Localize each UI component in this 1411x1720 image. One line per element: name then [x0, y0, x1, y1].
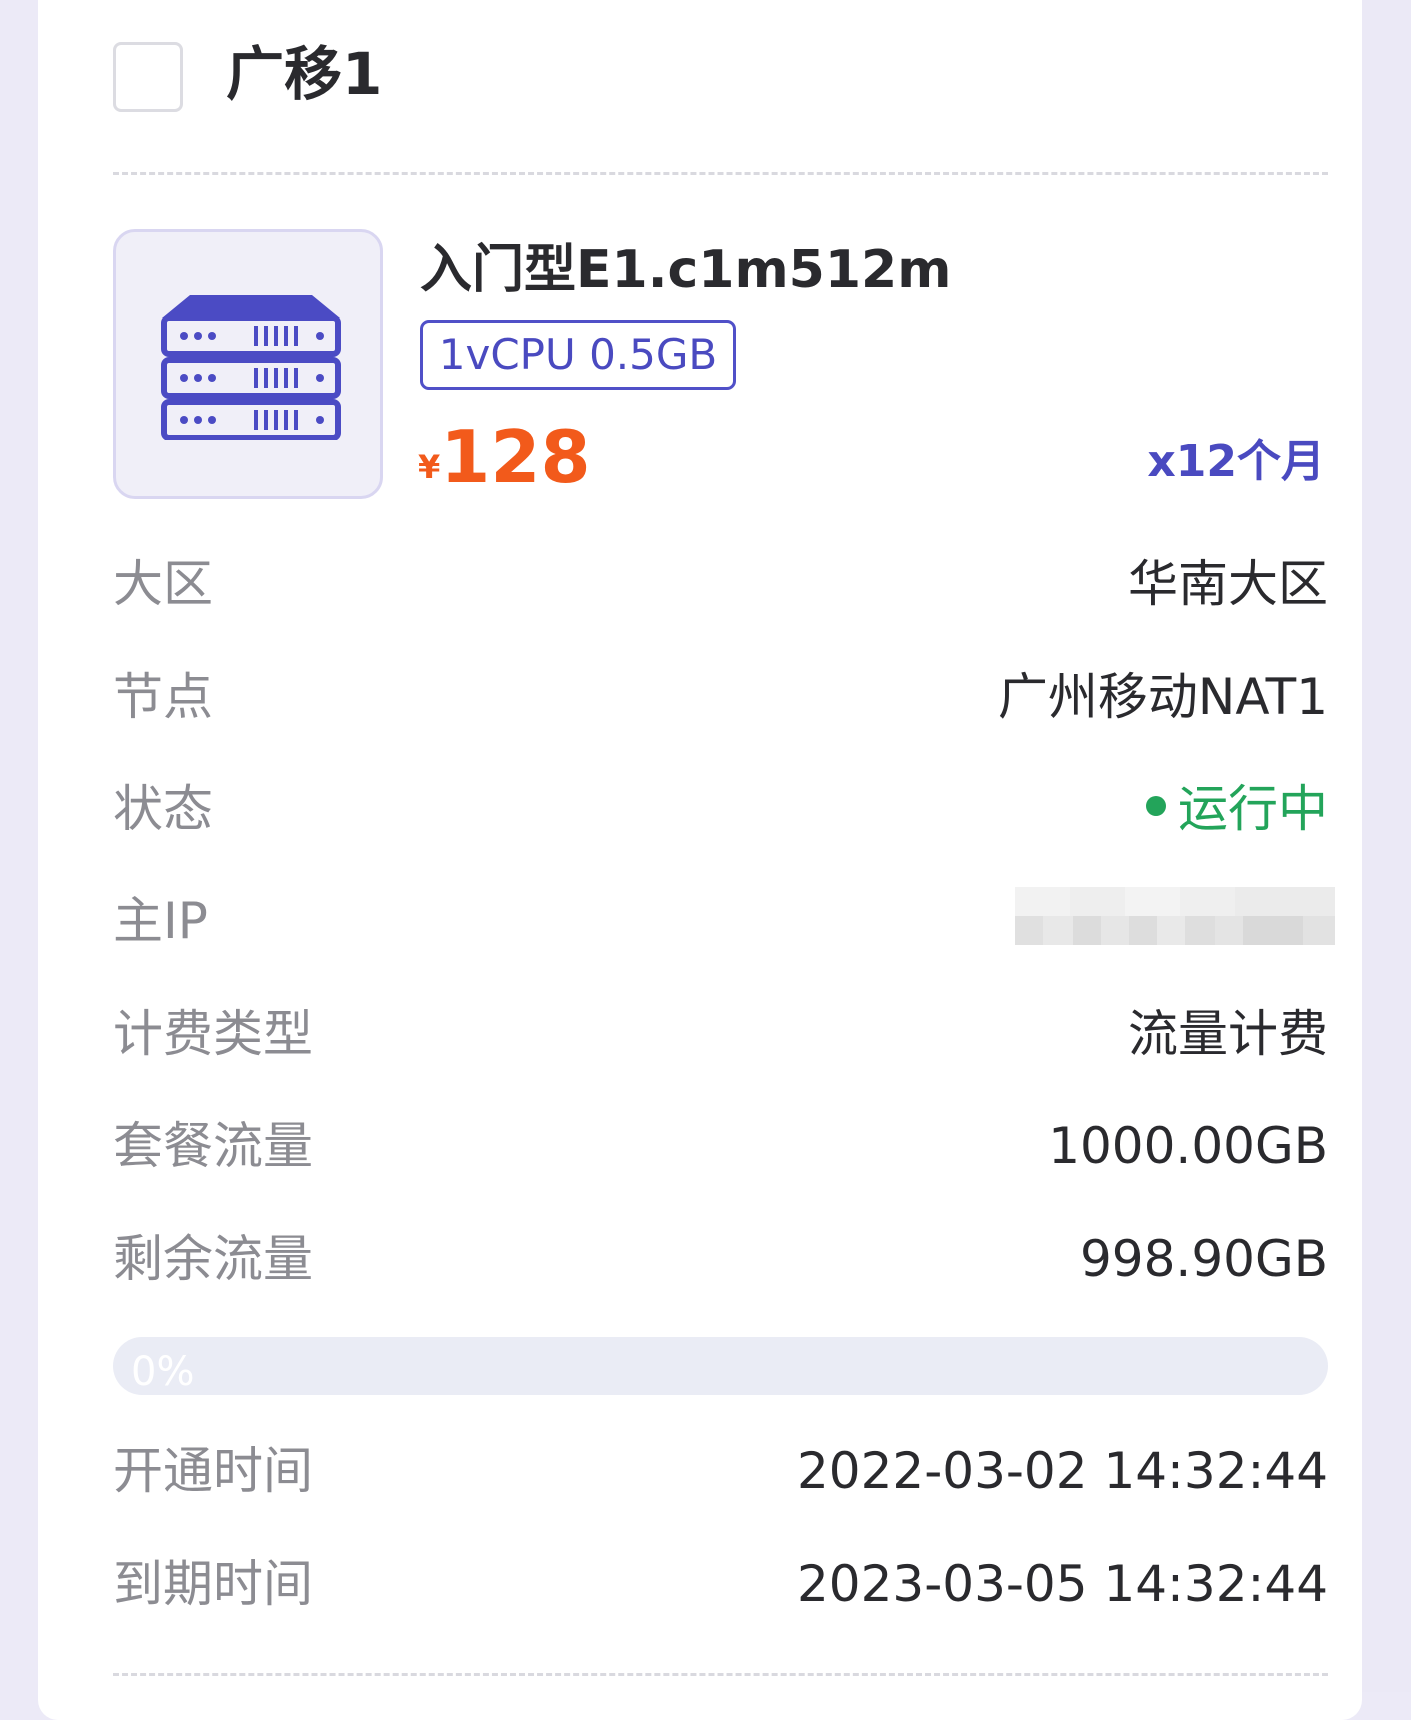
status-label: 状态 — [113, 780, 213, 838]
status-value: 运行中 — [1146, 774, 1328, 844]
status-text: 运行中 — [1178, 780, 1328, 838]
billing-label: 计费类型 — [113, 1005, 313, 1063]
price-amount: 128 — [440, 415, 591, 499]
detail-row-opened: 开通时间 2022-03-02 14:32:44 — [113, 1436, 1328, 1506]
traffic-value: 1000.00GB — [1048, 1117, 1328, 1175]
price-currency: ¥ — [418, 448, 441, 486]
node-value: 广州移动NAT1 — [997, 668, 1328, 726]
detail-row-remaining: 剩余流量 998.90GB — [113, 1224, 1328, 1294]
price: ¥128 — [418, 412, 591, 502]
select-server-checkbox[interactable] — [113, 42, 183, 112]
detail-row-region: 大区 华南大区 — [113, 549, 1328, 619]
region-value: 华南大区 — [1128, 555, 1328, 613]
detail-row-status: 状态 运行中 — [113, 774, 1328, 844]
billing-period: x12个月 — [1147, 436, 1325, 487]
plan-name: 入门型E1.c1m512m — [420, 240, 952, 300]
billing-value: 流量计费 — [1128, 1005, 1328, 1063]
traffic-usage-percent: 0% — [131, 1349, 195, 1395]
server-rack-icon — [161, 295, 341, 440]
spec-badge: 1vCPU 0.5GB — [420, 320, 736, 390]
node-label: 节点 — [113, 668, 213, 726]
detail-row-node: 节点 广州移动NAT1 — [113, 662, 1328, 732]
detail-row-billing: 计费类型 流量计费 — [113, 999, 1328, 1069]
opened-label: 开通时间 — [113, 1442, 313, 1500]
page-background-strip — [1362, 0, 1411, 1692]
expire-value: 2023-03-05 14:32:44 — [796, 1555, 1328, 1613]
traffic-usage-bar: 0% — [113, 1337, 1328, 1395]
ip-label: 主IP — [113, 892, 208, 950]
divider-top — [113, 172, 1328, 175]
detail-row-expire: 到期时间 2023-03-05 14:32:44 — [113, 1549, 1328, 1619]
server-name: 广移1 — [226, 40, 383, 108]
detail-row-traffic: 套餐流量 1000.00GB — [113, 1111, 1328, 1181]
ip-value-redacted — [1015, 887, 1335, 945]
expire-label: 到期时间 — [113, 1555, 313, 1613]
traffic-label: 套餐流量 — [113, 1117, 313, 1175]
remaining-label: 剩余流量 — [113, 1230, 313, 1288]
opened-value: 2022-03-02 14:32:44 — [796, 1442, 1328, 1500]
remaining-value: 998.90GB — [1080, 1230, 1328, 1288]
divider-bottom — [113, 1673, 1328, 1676]
plan-icon-box — [113, 229, 383, 499]
region-label: 大区 — [113, 555, 213, 613]
status-dot-icon — [1146, 796, 1166, 816]
